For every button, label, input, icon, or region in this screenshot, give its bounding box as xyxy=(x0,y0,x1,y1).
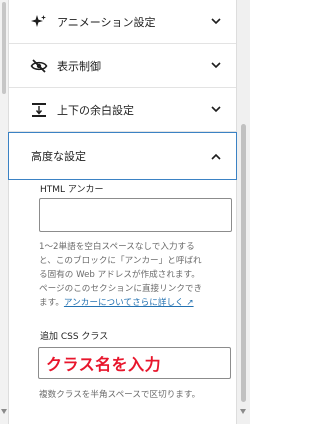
panel-visibility[interactable]: 表示制御 xyxy=(9,44,236,88)
css-class-label: 追加 CSS クラス xyxy=(40,332,109,342)
chevron-down-icon[interactable] xyxy=(210,104,222,116)
left-scrollbar-thumb[interactable] xyxy=(2,2,6,94)
help-line: と、このブロックに「アンカー」と呼ばれ xyxy=(39,256,202,266)
help-line: ページのこのセクションに直接リンクでき xyxy=(39,284,203,294)
panel-animation[interactable]: アニメーション設定 xyxy=(9,0,236,44)
right-scrollbar[interactable] xyxy=(237,0,250,424)
html-anchor-input[interactable] xyxy=(39,198,232,232)
vertical-spacing-icon xyxy=(27,102,51,118)
html-anchor-label: HTML アンカー xyxy=(40,185,104,195)
help-line: 1〜2単語を空白スペースなしで入力する xyxy=(39,242,195,252)
panel-advanced[interactable]: 高度な設定 xyxy=(8,132,237,180)
panel-margin[interactable]: 上下の余白設定 xyxy=(9,88,236,132)
css-class-input-value: クラス名を入力 xyxy=(46,355,162,374)
eye-slash-icon xyxy=(27,58,51,73)
left-scroll-down-arrow[interactable] xyxy=(1,409,7,414)
right-scrollbar-thumb[interactable] xyxy=(241,124,246,402)
help-line: る固有の Web アドレスが作成されます。 xyxy=(39,270,200,280)
chevron-up-icon[interactable] xyxy=(210,150,222,162)
chevron-down-icon[interactable] xyxy=(210,60,222,72)
panel-animation-label: アニメーション設定 xyxy=(57,15,156,29)
css-class-help: 複数クラスを半角スペースで区切ります。 xyxy=(39,390,201,400)
anchor-learn-more-link[interactable]: アンカーについてさらに詳しく ↗ xyxy=(64,298,194,308)
sparkle-icon xyxy=(27,14,51,30)
help-text: ます。 xyxy=(39,298,64,308)
help-line: ます。アンカーについてさらに詳しく ↗ xyxy=(39,296,235,310)
chevron-down-icon[interactable] xyxy=(210,16,222,28)
html-anchor-help: 1〜2単語を空白スペースなしで入力する と、このブロックに「アンカー」と呼ばれ … xyxy=(39,240,235,310)
panel-margin-label: 上下の余白設定 xyxy=(57,103,134,117)
right-scroll-down-arrow[interactable] xyxy=(240,409,246,414)
panel-visibility-label: 表示制御 xyxy=(57,59,101,73)
panel-advanced-label: 高度な設定 xyxy=(31,150,86,163)
css-class-input[interactable]: クラス名を入力 xyxy=(38,347,231,379)
left-scrollbar[interactable] xyxy=(0,0,8,424)
